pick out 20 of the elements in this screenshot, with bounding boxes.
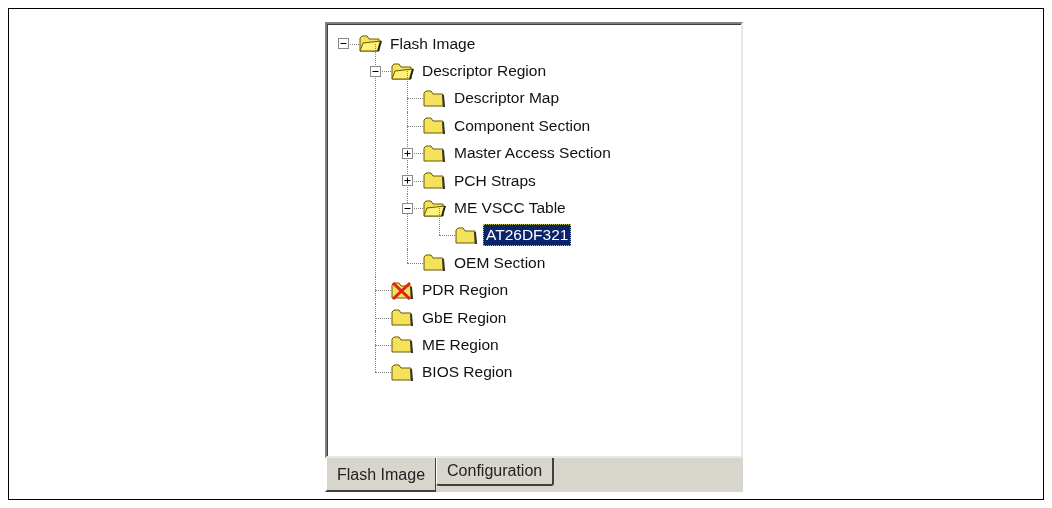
collapse-toggle[interactable]: [401, 202, 413, 214]
tree-item[interactable]: Descriptor Region: [419, 60, 550, 83]
tree-item[interactable]: PCH Straps: [451, 169, 539, 192]
tree-item[interactable]: GbE Region: [419, 306, 510, 329]
tree-item[interactable]: Master Access Section: [451, 142, 614, 165]
tree-item[interactable]: ME Region: [419, 334, 502, 356]
tree-item[interactable]: OEM Section: [451, 251, 549, 274]
tree-item[interactable]: ME VSCC Table: [451, 197, 569, 220]
tree-item[interactable]: PDR Region: [419, 279, 512, 302]
tree-item[interactable]: Component Section: [451, 114, 594, 137]
tab[interactable]: Flash Image: [325, 458, 437, 492]
tree-item[interactable]: AT26DF321: [483, 224, 572, 247]
tree-item[interactable]: Descriptor Map: [451, 87, 563, 110]
collapse-toggle[interactable]: [369, 65, 381, 77]
collapse-toggle[interactable]: [337, 38, 349, 50]
expand-toggle[interactable]: [401, 175, 413, 187]
tab[interactable]: Configuration: [436, 458, 555, 486]
tree-item[interactable]: BIOS Region: [419, 361, 516, 384]
tree-item[interactable]: Flash Image: [387, 32, 479, 55]
expand-toggle[interactable]: [401, 147, 413, 159]
